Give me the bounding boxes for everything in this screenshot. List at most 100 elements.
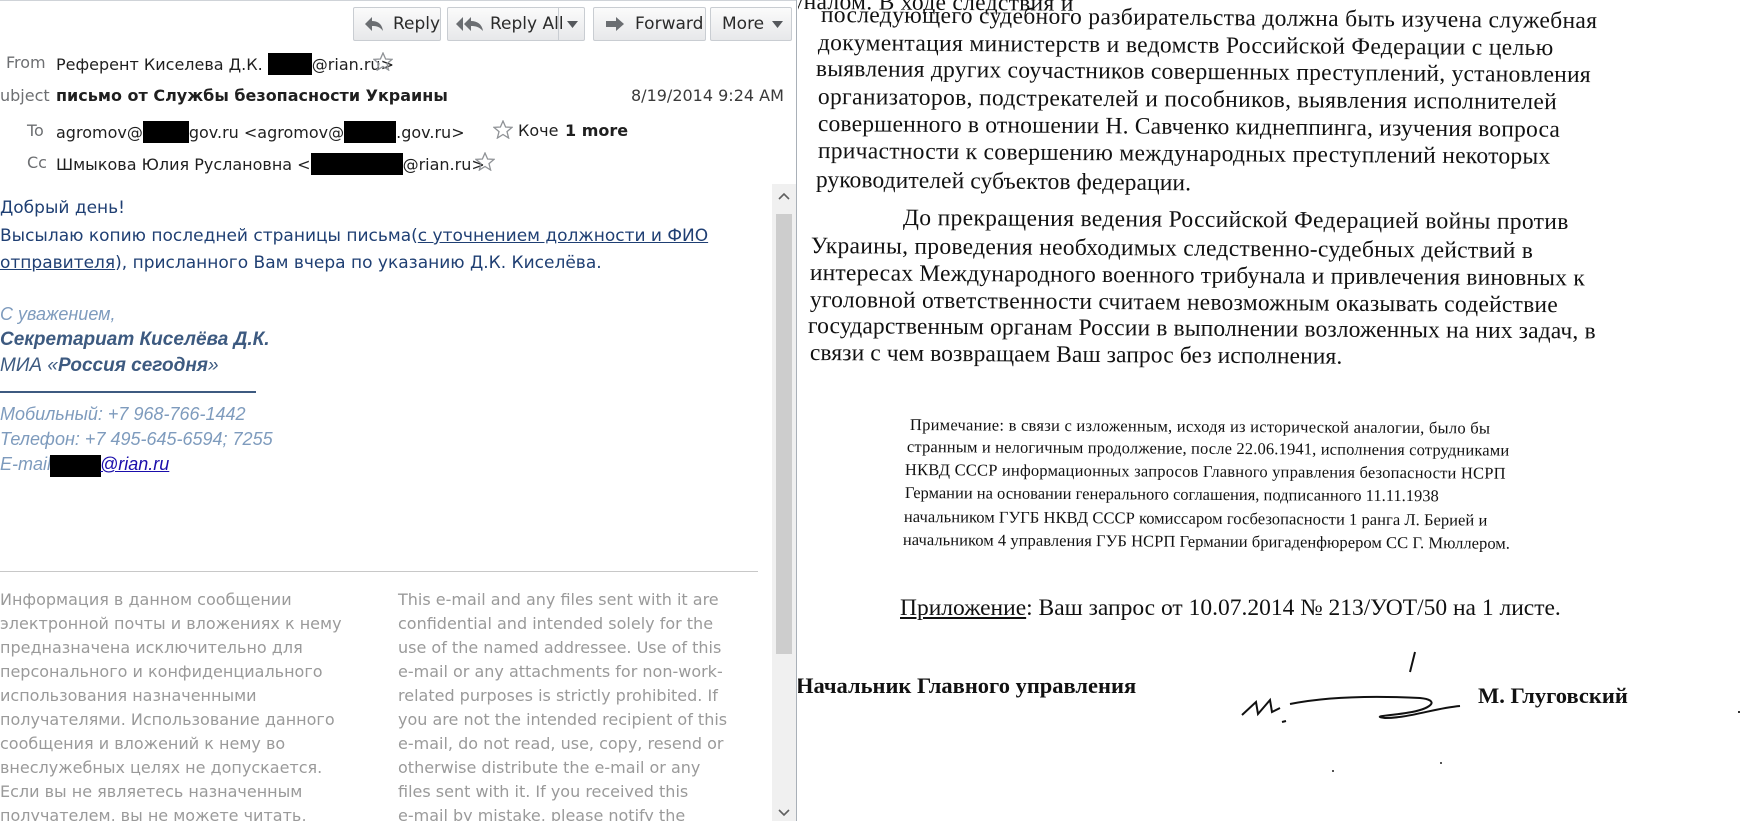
document-line: связи с чем возвращаем Ваш запрос без ис… <box>809 340 1343 370</box>
more-label: More <box>722 14 765 34</box>
email-label: E-mail: <box>0 454 57 474</box>
attachment-link[interactable]: отправителя <box>0 253 115 273</box>
body-line: отправителя), присланного Вам вчера по у… <box>0 253 602 273</box>
disclaimer-line: сообщения и вложений к нему во <box>0 734 286 753</box>
reply-icon <box>364 16 384 32</box>
disclaimer-line: e-mail, do not read, use, copy, resend o… <box>398 734 724 753</box>
star-icon[interactable] <box>475 152 495 171</box>
document-appendix: Приложение: Ваш запрос от 10.07.2014 № 2… <box>900 595 1561 622</box>
to-label: To <box>27 121 44 140</box>
disclaimer-line: Если вы не являетесь назначенным <box>0 782 303 801</box>
reply-all-dropdown[interactable] <box>558 8 585 40</box>
scroll-down-icon[interactable] <box>778 809 790 817</box>
signature-divider <box>0 391 256 393</box>
document-line: Германии на основании генерального согла… <box>904 483 1439 506</box>
disclaimer-line: related purposes is strictly prohibited.… <box>398 686 718 705</box>
star-icon[interactable] <box>373 52 393 71</box>
document-line: начальником 4 управления ГУБ НСРП Герман… <box>902 530 1511 553</box>
from-value[interactable]: Референт Киселева Д.К. @rian.ru> <box>56 53 394 75</box>
signature-phone: Телефон: +7 495-645-6594; 7255 <box>0 429 273 449</box>
signature-email: E-mail: <box>0 454 56 475</box>
disclaimer-line: электронной почты и вложениях к нему <box>0 614 342 633</box>
more-recipients-link[interactable]: 1 more <box>565 121 628 140</box>
document-line: До прекращения ведения Российской Федера… <box>902 205 1569 236</box>
scan-speck <box>1440 762 1442 764</box>
email-link[interactable]: @rian.ru <box>100 454 169 475</box>
disclaimer-line: e-mail by mistake, please notify the <box>398 806 686 821</box>
document-line: начальником ГУГБ НКВД СССР комиссаром го… <box>903 507 1488 530</box>
divider <box>0 0 797 1</box>
redaction <box>267 53 312 75</box>
cc-label: Cc <box>27 153 47 172</box>
to-address-part: agromov@ <box>56 123 143 142</box>
forward-button[interactable]: Forward <box>593 7 706 41</box>
disclaimer-line: otherwise distribute the e-mail or any <box>398 758 701 777</box>
to-next-recipient[interactable]: Коче <box>518 121 558 140</box>
disclaimer-line: получателем, вы не можете читать, <box>0 806 307 821</box>
disclaimer-line: you are not the intended recipient of th… <box>398 710 728 729</box>
body-line: Высылаю копию последней страницы письма(… <box>0 226 708 246</box>
cc-name: Шмыкова Юлия Руслановна < <box>56 155 311 174</box>
scrollbar-thumb[interactable] <box>776 214 792 654</box>
pane-splitter[interactable] <box>796 0 797 821</box>
to-address-part: .gov.ru> <box>396 123 465 142</box>
disclaimer-line: confidential and intended solely for the <box>398 614 714 633</box>
signature-org-prefix: МИА « <box>0 355 58 376</box>
scroll-up-icon[interactable] <box>778 192 790 200</box>
forward-label: Forward <box>635 14 704 34</box>
document-line: причастности к совершению международных … <box>817 138 1551 170</box>
redaction <box>142 121 189 143</box>
star-icon[interactable] <box>493 120 513 139</box>
disclaimer-en: This e-mail and any files sent with it a… <box>398 588 770 821</box>
message-body[interactable]: Добрый день! Высылаю копию последней стр… <box>0 184 772 821</box>
disclaimer-line: использования назначенными <box>0 686 257 705</box>
to-value[interactable]: agromov@ gov.ru <agromov@ .gov.ru> <box>56 121 465 143</box>
reply-all-icon <box>456 16 484 32</box>
date-value: 8/19/2014 9:24 AM <box>631 86 784 105</box>
document-line: Примечание: в связи с изложенным, исходя… <box>909 415 1491 438</box>
signature-org: МИА «Россия сегодня» <box>0 355 219 377</box>
greeting: Добрый день! <box>0 198 125 218</box>
disclaimer-line: This e-mail and any files sent with it a… <box>398 590 719 609</box>
disclaimer-line: персонального и конфиденциального <box>0 662 323 681</box>
email-pane: Reply Reply All Forward More From Рефере… <box>0 0 797 821</box>
subject-label: ubject <box>0 86 50 105</box>
signature-org-name: Россия сегодня <box>57 355 208 376</box>
disclaimer-line: получателями. Использование данного <box>0 710 335 729</box>
cc-address: @rian.ru> <box>402 155 485 174</box>
redaction <box>344 121 397 143</box>
document-line: руководителей субъектов федерации. <box>815 167 1192 197</box>
redaction <box>50 455 101 477</box>
signature-name: Секретариат Киселёва Д.К. <box>0 329 270 350</box>
handwritten-signature <box>1241 651 1461 723</box>
signature-org-suffix: » <box>208 355 219 376</box>
more-button[interactable]: More <box>710 7 792 41</box>
reply-all-button[interactable]: Reply All <box>447 7 585 41</box>
from-name: Референт Киселева Д.К. <box>56 55 268 74</box>
disclaimer-line: files sent with it. If you received this <box>398 782 689 801</box>
signature-regards: С уважением, <box>0 304 116 324</box>
redaction <box>310 153 403 175</box>
subject-value: письмо от Службы безопасности Украины <box>56 86 448 105</box>
to-address-part: gov.ru <agromov@ <box>188 123 345 142</box>
signature-mobile: Мобильный: +7 968-766-1442 <box>0 404 246 424</box>
cc-value[interactable]: Шмыкова Юлия Руслановна < @rian.ru> <box>56 153 485 175</box>
reply-button[interactable]: Reply <box>353 7 441 41</box>
disclaimer-line: предназначена исключительно для <box>0 638 303 657</box>
disclaimer-line: Информация в данном сообщении <box>0 590 292 609</box>
from-label: From <box>6 53 46 72</box>
body-text: ), присланного Вам вчера по указанию Д.К… <box>115 253 602 273</box>
disclaimer-line: внеслужебных целях не допускается. <box>0 758 323 777</box>
disclaimer-line: e-mail or any attachments for non-work- <box>398 662 723 681</box>
scrollbar[interactable] <box>772 184 796 821</box>
document-line: НКВД СССР информационных запросов Главно… <box>904 460 1506 483</box>
disclaimer-ru: Информация в данном сообщении электронной… <box>0 588 380 821</box>
document-line: странным и нелогичным продолжение, после… <box>906 437 1510 460</box>
scan-speck <box>1738 711 1740 713</box>
signer-title: Начальник Главного управления <box>798 673 1137 698</box>
disclaimer-line: use of the named addressee. Use of this <box>398 638 722 657</box>
appendix-text: : Ваш запрос от 10.07.2014 № 213/УОТ/50 … <box>1026 595 1561 621</box>
body-text: Высылаю копию последней страницы письма( <box>0 226 418 246</box>
scanned-document-viewer: судебным трибуналом. В ходе следствия ип… <box>798 0 1745 821</box>
attachment-link[interactable]: с уточнением должности и ФИО <box>418 226 708 246</box>
